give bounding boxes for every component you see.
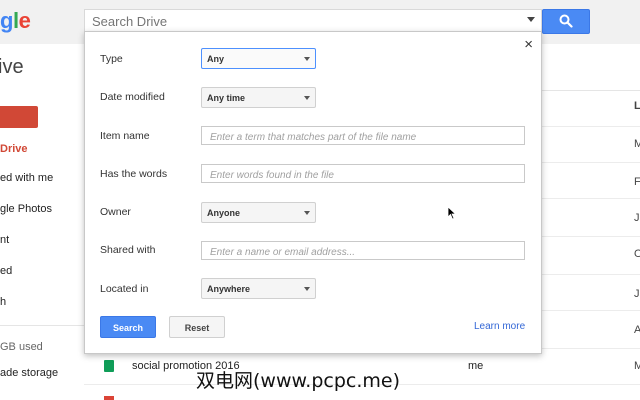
sidebar-item-google-photos[interactable]: gle Photos bbox=[0, 203, 52, 215]
mouse-cursor-icon bbox=[447, 206, 457, 220]
search-box[interactable] bbox=[84, 9, 542, 33]
table-cell: F bbox=[634, 176, 640, 188]
sidebar-item-shared-with-me[interactable]: ed with me bbox=[0, 172, 53, 184]
item-name-field[interactable] bbox=[201, 126, 525, 147]
left-sidebar: Drive ed with me gle Photos nt ed h GB u… bbox=[0, 90, 84, 400]
located-in-label: Located in bbox=[100, 283, 149, 295]
shared-with-input[interactable] bbox=[208, 243, 522, 262]
has-words-field[interactable] bbox=[201, 164, 525, 185]
chevron-down-icon bbox=[304, 287, 310, 291]
storage-used-text: GB used bbox=[0, 341, 43, 353]
learn-more-link[interactable]: Learn more bbox=[474, 321, 525, 332]
google-logo[interactable]: gle bbox=[0, 8, 31, 34]
upgrade-storage-link[interactable]: ade storage bbox=[0, 367, 58, 379]
has-words-label: Has the words bbox=[100, 168, 168, 180]
logo-letter-g: g bbox=[0, 8, 13, 33]
date-modified-select[interactable]: Any time bbox=[201, 87, 316, 108]
sidebar-item-recent[interactable]: nt bbox=[0, 234, 9, 246]
file-icon-partial bbox=[104, 396, 114, 400]
advanced-search-panel: × Type Any Date modified Any time Item n… bbox=[84, 31, 542, 354]
chevron-down-icon bbox=[304, 211, 310, 215]
shared-with-field[interactable] bbox=[201, 241, 525, 262]
type-select-value: Any bbox=[207, 54, 225, 64]
item-name-input[interactable] bbox=[208, 128, 522, 147]
logo-letter-e: e bbox=[18, 8, 31, 33]
column-header-last-modified[interactable]: L bbox=[634, 100, 640, 112]
table-cell: M bbox=[634, 138, 640, 150]
date-modified-label: Date modified bbox=[100, 91, 165, 103]
file-owner: me bbox=[468, 360, 484, 372]
located-in-select-value: Anywhere bbox=[207, 284, 251, 294]
sidebar-divider bbox=[0, 325, 84, 326]
located-in-select[interactable]: Anywhere bbox=[201, 278, 316, 299]
close-icon[interactable]: × bbox=[524, 36, 533, 53]
shared-with-label: Shared with bbox=[100, 244, 156, 256]
chevron-down-icon bbox=[304, 57, 310, 61]
search-input[interactable] bbox=[90, 10, 514, 32]
watermark-text: 双电网(www.pcpc.me) bbox=[196, 370, 400, 392]
owner-select[interactable]: Anyone bbox=[201, 202, 316, 223]
reset-button[interactable]: Reset bbox=[169, 316, 225, 338]
sidebar-item-starred[interactable]: ed bbox=[0, 265, 12, 277]
date-modified-select-value: Any time bbox=[207, 93, 246, 103]
owner-label: Owner bbox=[100, 206, 131, 218]
page-title: ive bbox=[0, 56, 24, 78]
has-words-input[interactable] bbox=[208, 166, 522, 185]
chevron-down-icon bbox=[304, 96, 310, 100]
search-button[interactable] bbox=[542, 9, 590, 34]
table-cell: A bbox=[634, 324, 640, 336]
advanced-search-button[interactable]: Search bbox=[100, 316, 156, 338]
type-label: Type bbox=[100, 53, 123, 65]
search-options-dropdown-icon[interactable] bbox=[527, 17, 535, 22]
type-select[interactable]: Any bbox=[201, 48, 316, 69]
google-sheets-icon bbox=[104, 360, 114, 372]
sidebar-item-trash[interactable]: h bbox=[0, 296, 6, 308]
item-name-label: Item name bbox=[100, 130, 150, 142]
sidebar-item-my-drive[interactable]: Drive bbox=[0, 143, 28, 155]
new-button[interactable] bbox=[0, 106, 38, 128]
table-cell: J bbox=[634, 288, 640, 300]
owner-select-value: Anyone bbox=[207, 208, 241, 218]
table-cell: M bbox=[634, 360, 640, 372]
table-cell: O bbox=[634, 248, 640, 260]
table-cell: J bbox=[634, 212, 640, 224]
search-icon bbox=[559, 14, 573, 28]
